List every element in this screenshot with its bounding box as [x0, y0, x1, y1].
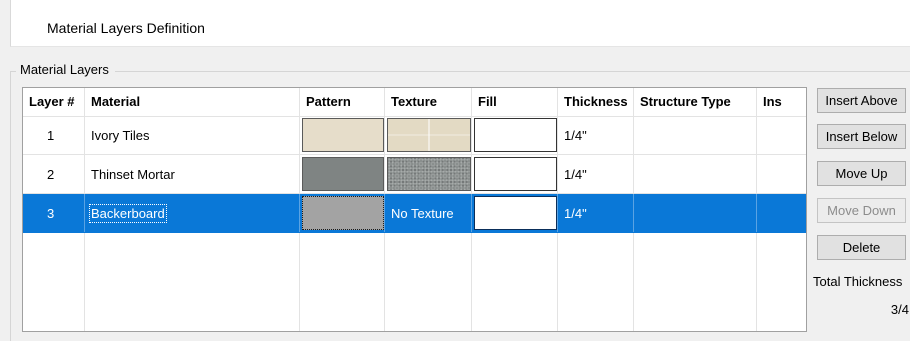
layer-number: 2: [23, 155, 85, 193]
layer-number: 1: [23, 116, 85, 154]
column-divider: [84, 233, 85, 331]
texture-cell[interactable]: [385, 116, 472, 154]
texture-cell[interactable]: [385, 155, 472, 193]
fill-cell[interactable]: [472, 116, 558, 154]
column-header-fill[interactable]: Fill: [472, 88, 558, 116]
structure-type-value[interactable]: [634, 116, 757, 154]
ins-value[interactable]: [757, 155, 806, 193]
structure-type-value[interactable]: [634, 194, 757, 232]
fill-swatch[interactable]: [474, 118, 557, 152]
pattern-cell[interactable]: [300, 155, 385, 193]
pattern-swatch[interactable]: [302, 118, 384, 152]
column-header-structure-type[interactable]: Structure Type: [634, 88, 757, 116]
fill-swatch[interactable]: [474, 196, 557, 230]
table-header: Layer # Material Pattern Texture Fill Th…: [23, 88, 806, 117]
thickness-value[interactable]: 1/4": [558, 155, 634, 193]
table-row[interactable]: 2 Thinset Mortar 1/4": [23, 155, 806, 194]
thickness-value[interactable]: 1/4": [558, 116, 634, 154]
material-layers-table[interactable]: Layer # Material Pattern Texture Fill Th…: [22, 87, 807, 332]
group-label: Material Layers: [16, 62, 115, 77]
texture-swatch[interactable]: [387, 157, 471, 191]
pattern-cell[interactable]: [300, 116, 385, 154]
material-name[interactable]: Backerboard: [85, 194, 300, 232]
move-up-button[interactable]: Move Up: [817, 161, 906, 186]
column-divider: [384, 233, 385, 331]
delete-button[interactable]: Delete: [817, 235, 906, 260]
dialog-header: Material Layers Definition: [10, 0, 910, 47]
thickness-value[interactable]: 1/4": [558, 194, 634, 232]
pattern-cell[interactable]: [300, 194, 385, 232]
material-label: Thinset Mortar: [91, 166, 175, 182]
column-header-layer[interactable]: Layer #: [23, 88, 85, 116]
material-label: Backerboard: [89, 203, 167, 223]
dialog-title: Material Layers Definition: [47, 20, 205, 36]
structure-type-value[interactable]: [634, 155, 757, 193]
column-divider: [471, 233, 472, 331]
table-row-selected[interactable]: 3 Backerboard No Texture 1/4": [23, 194, 806, 233]
total-thickness-label: Total Thickness: [813, 274, 903, 289]
column-header-ins[interactable]: Ins: [757, 88, 806, 116]
insert-above-button[interactable]: Insert Above: [817, 88, 906, 113]
column-divider: [633, 233, 634, 331]
pattern-swatch[interactable]: [302, 196, 384, 230]
fill-cell[interactable]: [472, 194, 558, 232]
fill-cell[interactable]: [472, 155, 558, 193]
pattern-swatch[interactable]: [302, 157, 384, 191]
column-divider: [756, 233, 757, 331]
move-down-button[interactable]: Move Down: [817, 198, 906, 223]
column-divider: [299, 233, 300, 331]
texture-swatch[interactable]: [387, 118, 471, 152]
column-header-material[interactable]: Material: [85, 88, 300, 116]
column-header-pattern[interactable]: Pattern: [300, 88, 385, 116]
texture-cell[interactable]: No Texture: [385, 194, 472, 232]
column-header-texture[interactable]: Texture: [385, 88, 472, 116]
ins-value[interactable]: [757, 194, 806, 232]
material-label: Ivory Tiles: [91, 127, 150, 143]
layer-number: 3: [23, 194, 85, 232]
column-divider: [557, 233, 558, 331]
material-name[interactable]: Thinset Mortar: [85, 155, 300, 193]
column-header-thickness[interactable]: Thickness: [558, 88, 634, 116]
total-thickness-value: 3/4: [890, 302, 909, 317]
fill-swatch[interactable]: [474, 157, 557, 191]
table-row[interactable]: 1 Ivory Tiles 1/4": [23, 116, 806, 155]
insert-below-button[interactable]: Insert Below: [817, 124, 906, 149]
material-name[interactable]: Ivory Tiles: [85, 116, 300, 154]
ins-value[interactable]: [757, 116, 806, 154]
